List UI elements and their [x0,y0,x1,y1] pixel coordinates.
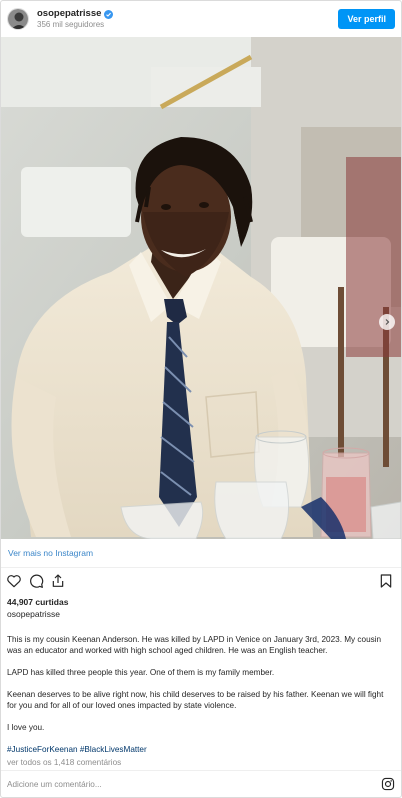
view-all-comments-link[interactable]: ver todos os 1,418 comentários [1,756,401,770]
instagram-embed: osopepatrisse 356 mil seguidores Ver per… [0,0,402,798]
caption-paragraph: I love you. [7,723,45,732]
user-info: osopepatrisse 356 mil seguidores [37,8,338,29]
comment-input[interactable] [7,779,381,789]
avatar[interactable] [7,8,29,30]
chevron-right-icon [385,319,390,325]
view-profile-button[interactable]: Ver perfil [338,9,395,29]
view-more-link[interactable]: Ver mais no Instagram [8,548,93,558]
next-photo-button[interactable] [379,314,395,330]
follower-count: 356 mil seguidores [37,19,105,29]
view-more-row: Ver mais no Instagram [1,539,401,568]
comment-bar [1,770,401,797]
post-header: osopepatrisse 356 mil seguidores Ver per… [1,1,401,37]
instagram-icon[interactable] [381,777,395,791]
caption: This is my cousin Keenan Anderson. He wa… [1,634,401,733]
caption-paragraph: This is my cousin Keenan Anderson. He wa… [7,635,382,655]
caption-paragraph: Keenan deserves to be alive right now, h… [7,690,384,710]
heart-icon[interactable] [6,573,24,591]
hashtags[interactable]: #JusticeForKeenan #BlackLivesMatter [1,744,401,755]
username[interactable]: osopepatrisse [37,8,101,20]
post-photo[interactable] [1,37,401,539]
action-bar [1,568,401,596]
share-icon[interactable] [50,573,68,591]
bookmark-icon[interactable] [378,573,396,591]
verified-badge-icon [104,9,114,19]
comment-icon[interactable] [28,573,46,591]
like-count[interactable]: 44,907 curtidas [1,596,401,608]
caption-paragraph: LAPD has killed three people this year. … [7,668,275,677]
poster-username[interactable]: osopepatrisse [1,608,401,620]
